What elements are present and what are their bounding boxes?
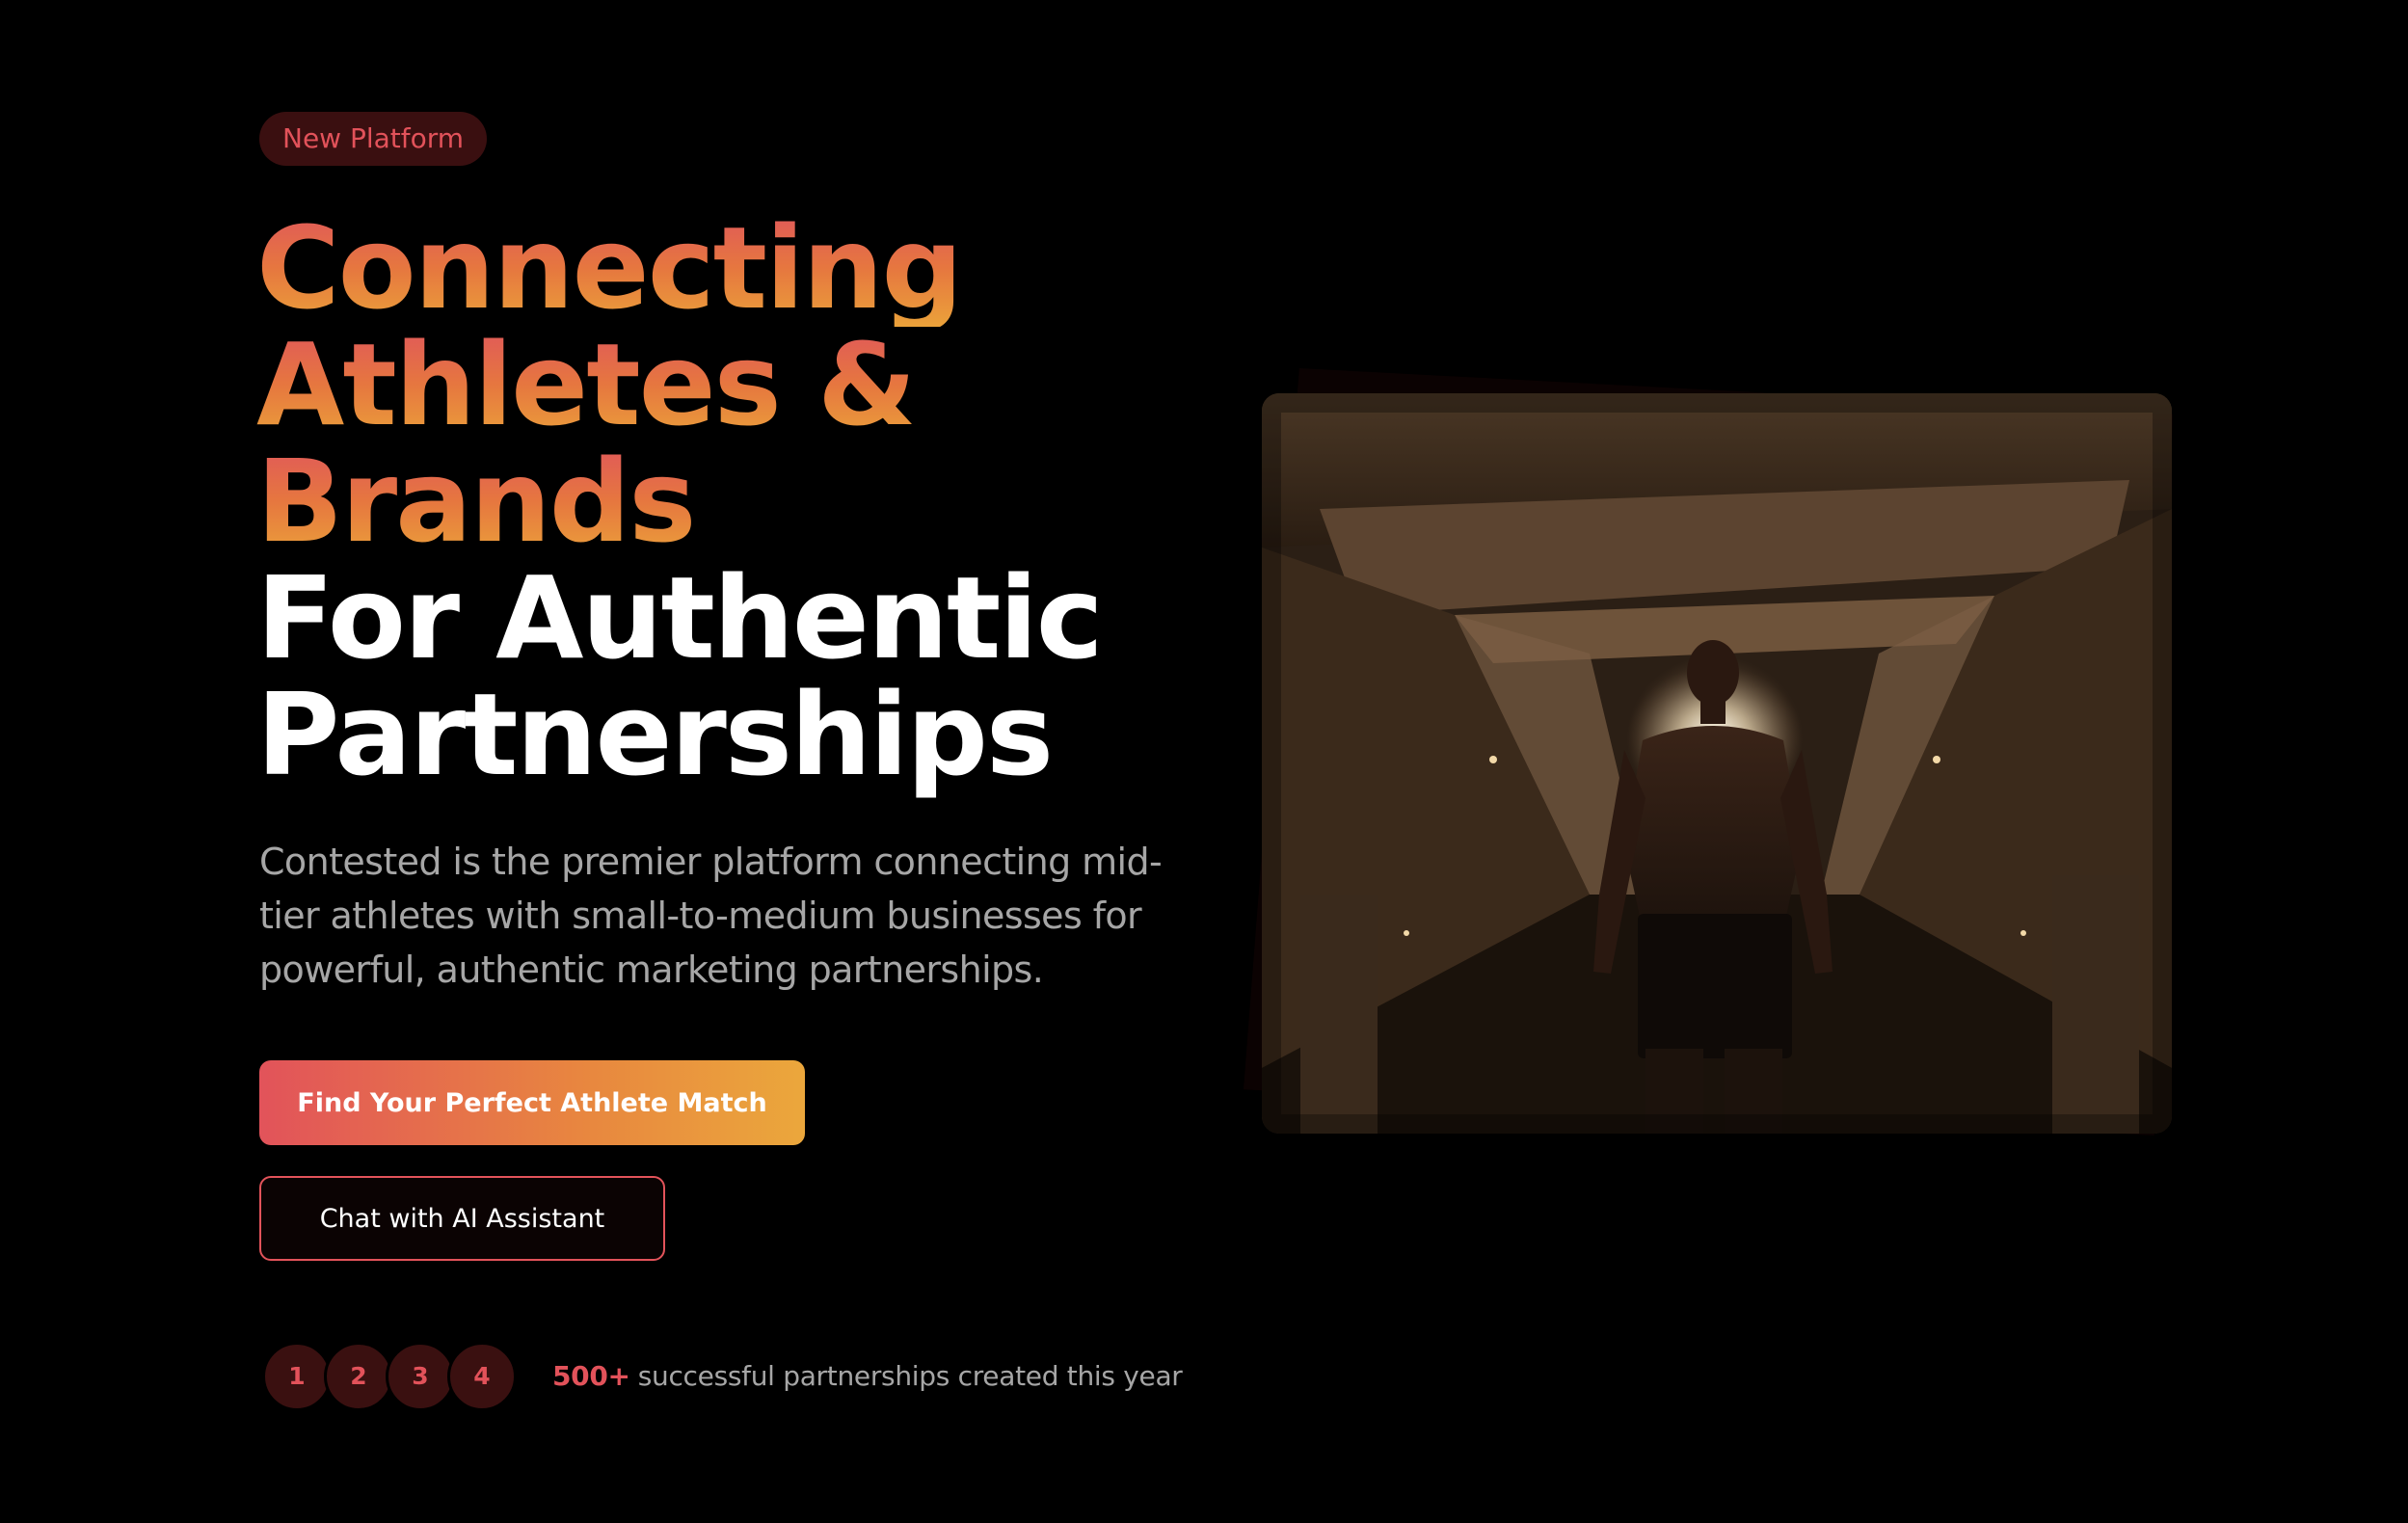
headline-line-5: Partnerships xyxy=(256,668,1054,801)
chat-ai-assistant-button[interactable]: Chat with AI Assistant xyxy=(259,1176,665,1261)
find-athlete-match-button[interactable]: Find Your Perfect Athlete Match xyxy=(259,1060,805,1145)
headline-line-4: For Authentic xyxy=(256,551,1104,684)
avatar: 1 xyxy=(262,1342,332,1411)
landing-page: New Platform Connecting Athletes & Brand… xyxy=(0,0,2408,1523)
athlete-illustration xyxy=(1262,393,2172,1134)
hero-media xyxy=(1244,368,2173,1136)
avatar-stack: 1 2 3 4 xyxy=(262,1342,522,1411)
headline-line-2: Athletes & xyxy=(256,327,1102,443)
hero-headline: Connecting Athletes & Brands For Authent… xyxy=(256,210,1104,801)
headline-line-3: Brands xyxy=(256,443,1102,560)
partnership-stats: 500+ successful partnerships created this… xyxy=(552,1357,1183,1396)
hero-description: Contested is the premier platform connec… xyxy=(259,841,1163,991)
partnership-count: 500+ xyxy=(552,1360,630,1392)
avatar: 3 xyxy=(386,1342,455,1411)
avatar: 2 xyxy=(324,1342,393,1411)
athlete-image xyxy=(1262,393,2172,1134)
partnership-stats-text: successful partnerships created this yea… xyxy=(637,1360,1183,1392)
new-platform-badge: New Platform xyxy=(259,112,488,166)
avatar: 4 xyxy=(447,1342,517,1411)
headline-line-1: Connecting xyxy=(256,210,1102,327)
